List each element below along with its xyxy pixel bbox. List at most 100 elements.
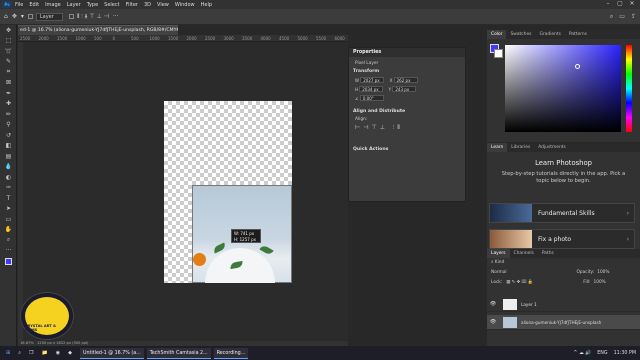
layer-select-dropdown[interactable]: Layer — [35, 12, 63, 21]
workspace-icon[interactable]: ▭ — [619, 13, 625, 21]
tab-libraries[interactable]: Libraries — [507, 143, 534, 152]
taskbar-app-recording[interactable]: Recording... — [213, 347, 249, 359]
tools-panel: ✥ ⬚ ➰ ✎ ⌗ ⊠ ✒ ✚ ✏ ⚲ ↺ ◧ ▤ 💧 ◐ ✑ T ➤ ▭ ✋ … — [0, 25, 17, 350]
zoom-tool-icon[interactable]: ⌕ — [0, 235, 17, 246]
type-tool-icon[interactable]: T — [0, 193, 17, 204]
height-field[interactable]: 2034 px — [359, 86, 384, 92]
minimize-icon[interactable]: – — [602, 0, 614, 7]
move-tool-icon[interactable]: ✥ — [12, 13, 17, 20]
language-indicator[interactable]: ENG — [597, 351, 607, 356]
clock[interactable]: 11:30 PM — [614, 351, 636, 356]
hand-tool-icon[interactable]: ✋ — [0, 225, 17, 236]
frame-tool-icon[interactable]: ⊠ — [0, 78, 17, 89]
visibility-eye-icon[interactable]: 👁 — [487, 301, 499, 307]
learn-card-fix-a-photo[interactable]: Fix a photo › — [489, 229, 635, 249]
eyedropper-icon[interactable]: ✒ — [0, 88, 17, 99]
lock-icons[interactable]: ▦ ✎ ✥ ⌧ 🔒 — [506, 278, 533, 288]
menu-image[interactable]: Image — [45, 2, 61, 8]
menu-layer[interactable]: Layer — [67, 2, 81, 8]
background-color-swatch[interactable] — [494, 49, 503, 58]
pen-tool-icon[interactable]: ✑ — [0, 183, 17, 194]
rectangle-tool-icon[interactable]: ▭ — [0, 214, 17, 225]
tab-channels[interactable]: Channels — [510, 249, 538, 258]
color-swatch-icon[interactable] — [0, 256, 17, 267]
search-icon[interactable]: ⌕ — [18, 350, 21, 356]
tab-swatches[interactable]: Swatches — [506, 30, 535, 39]
move-tool-icon[interactable]: ✥ — [0, 25, 17, 36]
picker-cursor — [575, 64, 580, 69]
hue-slider[interactable] — [626, 45, 632, 132]
align-section[interactable]: Align and Distribute — [349, 107, 465, 116]
menu-file[interactable]: File — [15, 2, 23, 8]
auto-select-checkbox[interactable] — [27, 14, 33, 19]
path-select-icon[interactable]: ➤ — [0, 204, 17, 215]
home-icon[interactable]: ⌂ — [4, 13, 8, 20]
tab-patterns[interactable]: Patterns — [565, 30, 591, 39]
tab-layers[interactable]: Layers — [487, 249, 510, 258]
transform-section[interactable]: Transform — [349, 67, 465, 76]
layer-row-selected[interactable]: 👁 aliona-gumeniuk-YJ7dfJTHEjE-unsplash — [487, 315, 640, 330]
width-field[interactable]: 2027 px — [360, 77, 385, 83]
browser-icon[interactable]: ◉ — [56, 350, 60, 356]
layer-row[interactable]: 👁 Layer 1 — [487, 297, 640, 312]
document-tab[interactable]: ed-1 @ 16.7% (aliona-gumeniuk-YJ7dfJTHEj… — [18, 25, 178, 35]
menu-type[interactable]: Type — [87, 2, 98, 8]
clone-stamp-icon[interactable]: ⚲ — [0, 120, 17, 131]
tab-adjustments[interactable]: Adjustments — [534, 143, 570, 152]
menu-help[interactable]: Help — [201, 2, 212, 8]
brush-tool-icon[interactable]: ✏ — [0, 109, 17, 120]
visibility-eye-icon[interactable]: 👁 — [487, 319, 499, 325]
marquee-tool-icon[interactable]: ⬚ — [0, 36, 17, 47]
quick-select-icon[interactable]: ✎ — [0, 57, 17, 68]
more-tools-icon[interactable]: ··· — [0, 246, 17, 257]
file-explorer-icon[interactable]: 📁 — [42, 350, 48, 356]
close-icon[interactable]: ✕ — [626, 0, 638, 7]
crop-tool-icon[interactable]: ⌗ — [0, 67, 17, 78]
maximize-icon[interactable]: ▢ — [614, 0, 626, 7]
layer-name: Layer 1 — [521, 301, 537, 307]
align-icons[interactable]: ⊢⊣⊤⊥ ⫶⫴ — [349, 123, 465, 133]
zoom-level[interactable]: 16.67% — [20, 341, 34, 345]
taskbar-app-camtasia[interactable]: TechSmith Camtasia 2... — [146, 347, 211, 359]
learn-card-fundamental-skills[interactable]: Fundamental Skills › — [489, 203, 635, 223]
app-icon[interactable]: ◆ — [68, 350, 72, 356]
document-info: 1250 px x 1822 px (300 ppi) — [37, 341, 89, 345]
dodge-tool-icon[interactable]: ◐ — [0, 172, 17, 183]
eraser-tool-icon[interactable]: ◧ — [0, 141, 17, 152]
layer-filter-kind[interactable]: Kind — [495, 258, 504, 268]
blur-tool-icon[interactable]: 💧 — [0, 162, 17, 173]
menu-filter[interactable]: Filter — [126, 2, 138, 8]
share-icon[interactable]: ⇪ — [631, 13, 636, 21]
saturation-value-picker[interactable] — [505, 45, 621, 132]
ruler-tick-label: 5000 — [297, 36, 308, 41]
taskbar-app-photoshop[interactable]: Untitled-1 @ 16.7% (a... — [79, 347, 144, 359]
align-icons[interactable]: ⫴ ⫶ ⫵ ⊤ ⊥ ⊣ — [77, 13, 109, 21]
x-field[interactable]: 262 px — [393, 77, 418, 83]
healing-brush-icon[interactable]: ✚ — [0, 99, 17, 110]
opacity-value[interactable]: 100% — [597, 268, 609, 278]
menu-view[interactable]: View — [157, 2, 169, 8]
menu-edit[interactable]: Edit — [29, 2, 39, 8]
y-field[interactable]: 243 px — [392, 86, 417, 92]
chevron-down-icon[interactable]: ▾ — [21, 13, 24, 20]
blend-mode-select[interactable]: Normal — [491, 268, 507, 278]
tray-icons[interactable]: ^ ☁ 🔊 — [573, 351, 591, 356]
search-icon[interactable]: ⌕ — [610, 13, 613, 21]
menu-window[interactable]: Window — [175, 2, 195, 8]
lasso-tool-icon[interactable]: ➰ — [0, 46, 17, 57]
menu-select[interactable]: Select — [104, 2, 119, 8]
windows-start-icon[interactable]: ⊞ — [6, 350, 10, 356]
tab-paths[interactable]: Paths — [538, 249, 558, 258]
fill-value[interactable]: 100% — [593, 278, 605, 288]
tab-color[interactable]: Color — [487, 30, 507, 39]
menu-3d[interactable]: 3D — [144, 2, 151, 8]
tab-gradients[interactable]: Gradients — [535, 30, 564, 39]
transform-controls-checkbox[interactable] — [68, 14, 74, 19]
more-options-icon[interactable]: ··· — [113, 13, 119, 20]
gradient-tool-icon[interactable]: ▤ — [0, 151, 17, 162]
angle-field[interactable]: 0.00° — [359, 95, 384, 101]
tab-learn[interactable]: Learn — [487, 143, 508, 152]
history-brush-icon[interactable]: ↺ — [0, 130, 17, 141]
task-view-icon[interactable]: ❐ — [29, 350, 33, 356]
quick-actions-section[interactable]: Quick Actions — [349, 145, 465, 154]
